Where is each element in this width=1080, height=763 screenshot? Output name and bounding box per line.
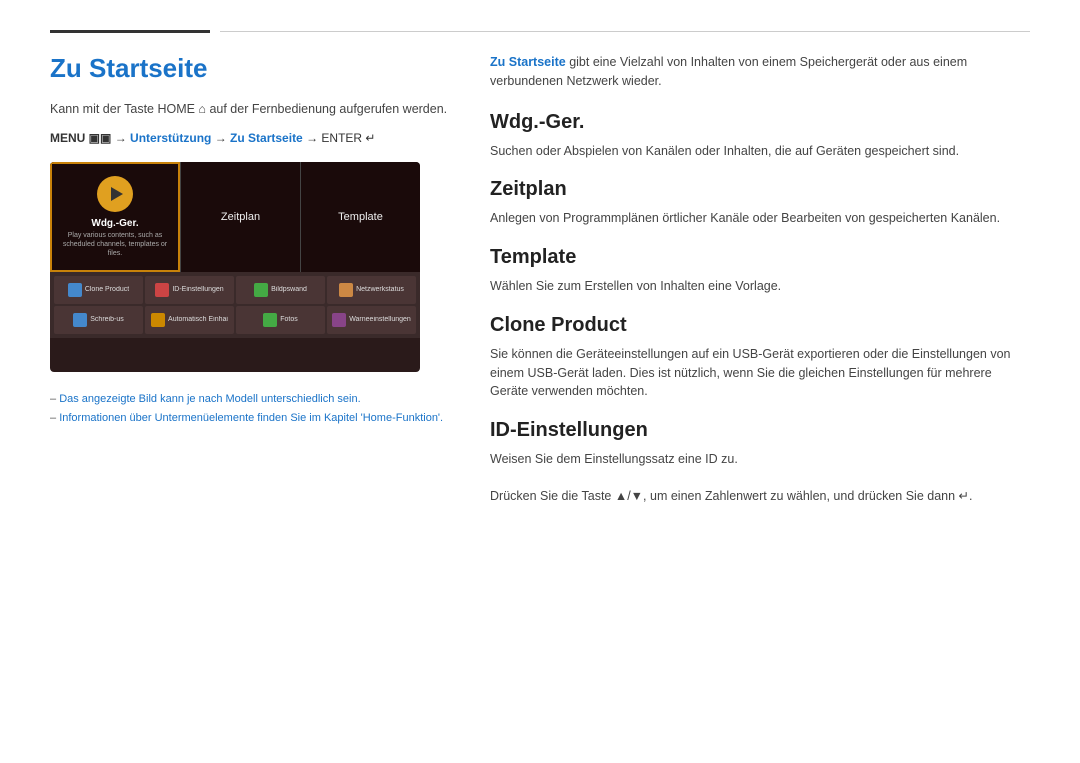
tv-grid-item: Warneeinstellungen	[327, 306, 416, 334]
tv-grid-item: Clone Product	[54, 276, 143, 304]
section-heading-template: Template	[490, 246, 1030, 269]
section-heading-clone: Clone Product	[490, 314, 1030, 337]
tv-grid-item: Schreib-us	[54, 306, 143, 334]
arrow2: →	[215, 131, 227, 145]
right-column: Zu Startseite gibt eine Vielzahl von Inh…	[490, 53, 1030, 524]
notes: Das angezeigte Bild kann je nach Modell …	[50, 390, 450, 427]
tv-bottom-grid: Clone ProductID-EinstellungenBildpswandN…	[50, 272, 420, 338]
tv-wdg-title: Wdg.-Ger.	[91, 218, 138, 229]
arrow1: →	[115, 131, 127, 145]
section-text-template: Wählen Sie zum Erstellen von Inhalten ei…	[490, 277, 1030, 296]
right-intro-link: Zu Startseite	[490, 55, 566, 69]
tv-zeitplan-cell: Zeitplan	[180, 162, 300, 272]
section-heading-wdg: Wdg.-Ger.	[490, 111, 1030, 134]
tv-grid-item: Netzwerkstatus	[327, 276, 416, 304]
menu-path: MENU ▣▣ → Unterstützung → Zu Startseite …	[50, 129, 450, 148]
right-intro: Zu Startseite gibt eine Vielzahl von Inh…	[490, 53, 1030, 91]
left-column: Zu Startseite Kann mit der Taste HOME ⌂ …	[50, 53, 450, 427]
tv-play-icon	[97, 176, 133, 212]
divider-left	[50, 30, 210, 33]
section-text-id2: Drücken Sie die Taste ▲/▼, um einen Zahl…	[490, 487, 1030, 506]
section-text-clone: Sie können die Geräteeinstellungen auf e…	[490, 345, 1030, 401]
section-text-id1: Weisen Sie dem Einstellungssatz eine ID …	[490, 450, 1030, 469]
divider-right	[220, 31, 1030, 32]
section-text-zeitplan: Anlegen von Programmplänen örtlicher Kan…	[490, 209, 1030, 228]
section-heading-id: ID-Einstellungen	[490, 419, 1030, 442]
page-container: Zu Startseite Kann mit der Taste HOME ⌂ …	[0, 0, 1080, 554]
content-columns: Zu Startseite Kann mit der Taste HOME ⌂ …	[50, 53, 1030, 524]
tv-wdg-cell: Wdg.-Ger. Play various contents, such as…	[50, 162, 180, 272]
menu-bold: MENU ▣▣	[50, 131, 111, 145]
tv-grid-item: ID-Einstellungen	[145, 276, 234, 304]
section-text-wdg: Suchen oder Abspielen von Kanälen oder I…	[490, 142, 1030, 161]
tv-template-cell: Template	[300, 162, 420, 272]
page-title: Zu Startseite	[50, 53, 450, 84]
tv-wdg-sub: Play various contents, such as scheduled…	[60, 231, 170, 258]
tv-grid-item: Fotos	[236, 306, 325, 334]
tv-mockup: Wdg.-Ger. Play various contents, such as…	[50, 162, 420, 372]
note-1: Das angezeigte Bild kann je nach Modell …	[50, 390, 450, 409]
top-dividers	[50, 30, 1030, 33]
tv-grid-item: Automatisch Einhai	[145, 306, 234, 334]
tv-top-row: Wdg.-Ger. Play various contents, such as…	[50, 162, 420, 272]
menu-link2: Zu Startseite	[230, 131, 303, 145]
section-heading-zeitplan: Zeitplan	[490, 178, 1030, 201]
menu-link1: Unterstützung	[130, 131, 211, 145]
note-2: Informationen über Untermenüelemente fin…	[50, 409, 450, 428]
intro-text: Kann mit der Taste HOME ⌂ auf der Fernbe…	[50, 100, 450, 119]
tv-grid-item: Bildpswand	[236, 276, 325, 304]
arrow3: → ENTER ↵	[306, 131, 375, 145]
